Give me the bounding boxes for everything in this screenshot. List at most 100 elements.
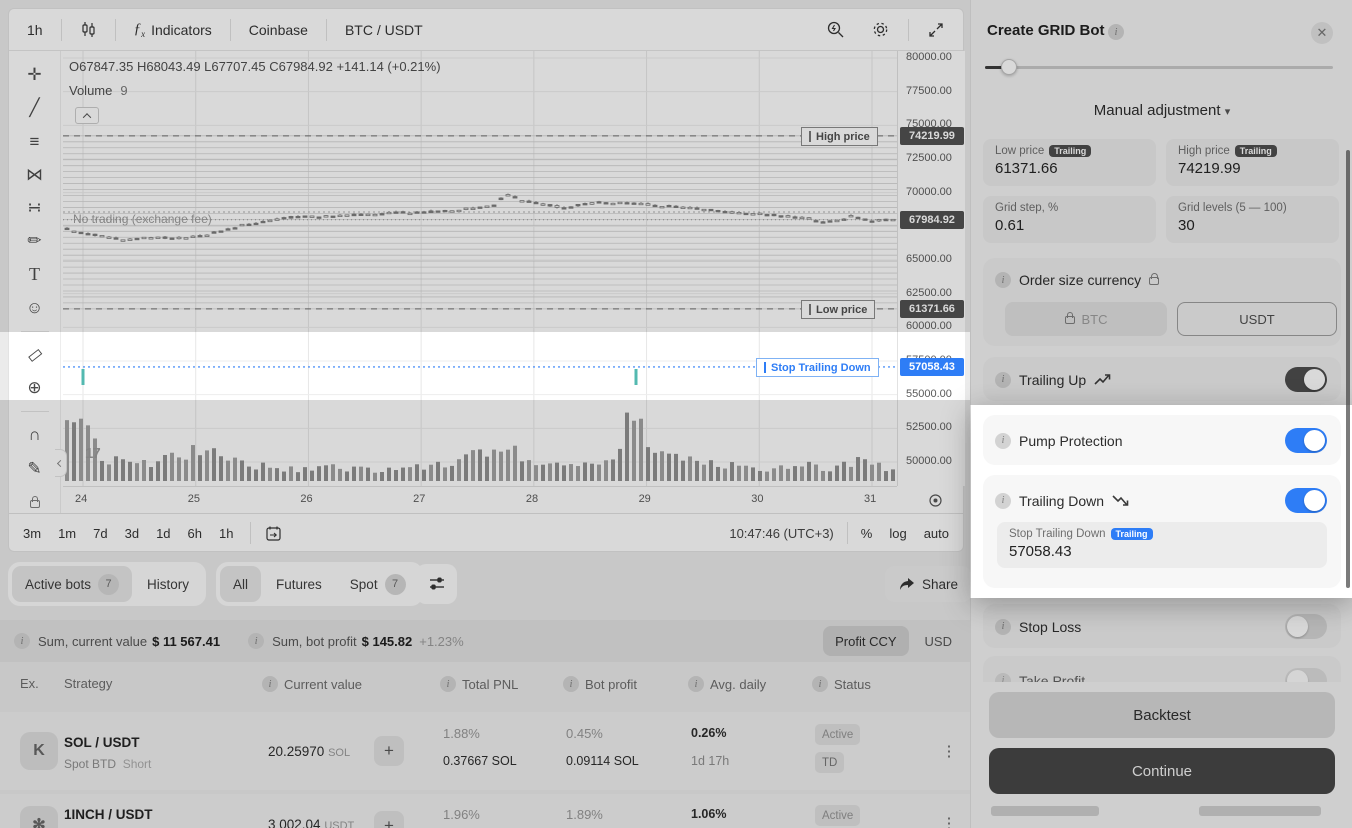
filter-all[interactable]: All — [220, 566, 261, 602]
crosshair-icon[interactable]: ✛ — [21, 63, 49, 87]
trend-line-icon[interactable]: ╱ — [21, 96, 49, 120]
zoom-in-icon[interactable]: ⊕ — [21, 376, 49, 400]
usd-toggle[interactable]: USD — [925, 634, 952, 649]
col-avg-daily[interactable]: iAvg. daily — [688, 676, 766, 692]
range-1m[interactable]: 1m — [58, 526, 76, 541]
add-funds-button[interactable]: + — [374, 736, 404, 766]
drawing-lock-icon[interactable]: ✎ — [21, 456, 49, 480]
lock-all-icon[interactable] — [21, 490, 49, 514]
timeframe-button[interactable]: 1h — [19, 18, 51, 42]
info-icon[interactable]: i — [248, 633, 264, 649]
info-icon[interactable]: i — [14, 633, 30, 649]
legend-collapse-button[interactable] — [75, 107, 99, 124]
magnet-icon[interactable]: ∩ — [21, 423, 49, 447]
info-icon[interactable]: i — [995, 493, 1011, 509]
log-scale-button[interactable]: log — [889, 526, 906, 541]
fullscreen-icon[interactable] — [919, 17, 953, 43]
stop-loss-toggle[interactable] — [1285, 614, 1327, 639]
col-status[interactable]: iStatus — [812, 676, 871, 692]
col-total-pnl[interactable]: iTotal PNL — [440, 676, 518, 692]
bot-row-1inch[interactable]: ✻ 1INCH / USDT 3 002.04 USDT + 1.96% 1.8… — [0, 794, 970, 828]
row-menu-button[interactable]: ⋮ — [934, 736, 964, 766]
stop-trailing-axis-badge: 57058.43 — [900, 358, 964, 376]
filter-settings-button[interactable] — [416, 564, 457, 604]
close-panel-button[interactable]: ✕ — [1311, 22, 1333, 44]
backtest-button[interactable]: Backtest — [989, 692, 1335, 738]
chart-plot-area[interactable] — [63, 51, 897, 486]
time-axis[interactable]: 2425262728293031 — [63, 486, 897, 513]
tab-active-bots[interactable]: Active bots7 — [12, 566, 132, 602]
pump-protection-toggle[interactable] — [1285, 428, 1327, 453]
range-3d[interactable]: 3d — [125, 526, 139, 541]
continue-button[interactable]: Continue — [989, 748, 1335, 794]
volume-bar — [772, 468, 776, 481]
filter-futures[interactable]: Futures — [263, 566, 335, 602]
share-button[interactable]: Share — [885, 566, 972, 602]
range-6h[interactable]: 6h — [188, 526, 202, 541]
pair-button[interactable]: BTC / USDT — [337, 18, 431, 42]
high-price-field[interactable]: High priceTrailing 74219.99 — [1166, 139, 1339, 186]
candle-body — [324, 216, 328, 218]
range-1h[interactable]: 1h — [219, 526, 233, 541]
brush-icon[interactable]: ✏ — [21, 229, 49, 253]
candle-style-button[interactable] — [72, 17, 105, 42]
slider-track[interactable] — [985, 66, 1333, 69]
filter-spot[interactable]: Spot7 — [337, 566, 419, 602]
range-3m[interactable]: 3m — [23, 526, 41, 541]
axis-settings-icon[interactable] — [927, 492, 943, 508]
info-icon[interactable]: i — [995, 619, 1011, 635]
tab-history[interactable]: History — [134, 566, 202, 602]
candle-body — [723, 211, 727, 213]
usdt-currency-button[interactable]: USDT — [1177, 302, 1337, 336]
auto-scale-button[interactable]: auto — [924, 526, 949, 541]
bot-row-sol[interactable]: K SOL / USDT Spot BTD Short 20.25970 SOL… — [0, 712, 970, 790]
panel-scrollbar[interactable] — [1346, 150, 1350, 588]
exchange-button[interactable]: Coinbase — [241, 18, 316, 42]
slider-knob[interactable] — [1001, 59, 1017, 75]
manual-adjustment-dropdown[interactable]: Manual adjustment ▾ — [971, 102, 1352, 119]
info-icon[interactable]: i — [995, 272, 1011, 288]
settings-gear-icon[interactable] — [863, 16, 898, 43]
col-bot-profit[interactable]: iBot profit — [563, 676, 637, 692]
exchange-icon-kucoin: K — [20, 732, 58, 770]
row-menu-button[interactable]: ⋮ — [934, 808, 964, 828]
toolbar-collapse-handle[interactable] — [55, 449, 67, 477]
info-icon[interactable]: i — [995, 433, 1011, 449]
volume-bar — [877, 463, 881, 481]
add-funds-button[interactable]: + — [374, 811, 404, 828]
candle-body — [478, 207, 482, 209]
quick-search-icon[interactable] — [818, 16, 853, 43]
fib-retracement-icon[interactable]: ≡ — [21, 129, 49, 153]
daily-percent: 0.26% — [691, 726, 726, 740]
goto-date-icon[interactable] — [265, 525, 282, 542]
projection-icon[interactable]: ∺ — [21, 196, 49, 220]
grid-levels-field[interactable]: Grid levels (5 — 100) 30 — [1166, 196, 1339, 243]
candle-body — [387, 212, 391, 214]
clock-label[interactable]: 10:47:46 (UTC+3) — [729, 526, 833, 541]
divider — [230, 19, 231, 41]
profit-ccy-toggle[interactable]: Profit CCY — [823, 626, 908, 656]
info-icon[interactable]: i — [995, 372, 1011, 388]
low-price-field[interactable]: Low priceTrailing 61371.66 — [983, 139, 1156, 186]
range-toolbar: 3m 1m 7d 3d 1d 6h 1h 10:47:46 (UTC+3) % … — [9, 513, 963, 552]
stop-trailing-down-field[interactable]: Stop Trailing DownTrailing 57058.43 — [997, 522, 1327, 568]
candle-body — [450, 211, 454, 213]
range-7d[interactable]: 7d — [93, 526, 107, 541]
info-icon[interactable]: i — [1108, 24, 1124, 40]
range-1d[interactable]: 1d — [156, 526, 170, 541]
trailing-up-toggle[interactable] — [1285, 367, 1327, 392]
low-price-line-label[interactable]: Low price — [801, 300, 875, 319]
col-current-value[interactable]: iCurrent value — [262, 676, 362, 692]
percent-scale-button[interactable]: % — [861, 526, 873, 541]
text-tool-icon[interactable]: T — [21, 262, 49, 286]
ruler-icon[interactable]: ▭ — [16, 337, 53, 373]
price-axis[interactable]: 80000.0077500.0075000.0072500.0070000.00… — [897, 51, 965, 486]
high-price-line-label[interactable]: High price — [801, 127, 878, 146]
stop-trailing-line-label[interactable]: Stop Trailing Down — [756, 358, 879, 377]
grid-step-field[interactable]: Grid step, % 0.61 — [983, 196, 1156, 243]
trailing-down-toggle[interactable] — [1285, 488, 1327, 513]
emoji-icon[interactable]: ☺ — [21, 296, 49, 320]
pattern-icon[interactable]: ⋈ — [21, 163, 49, 187]
volume-bar — [800, 466, 804, 481]
indicators-button[interactable]: ƒxIndicators — [126, 17, 220, 43]
